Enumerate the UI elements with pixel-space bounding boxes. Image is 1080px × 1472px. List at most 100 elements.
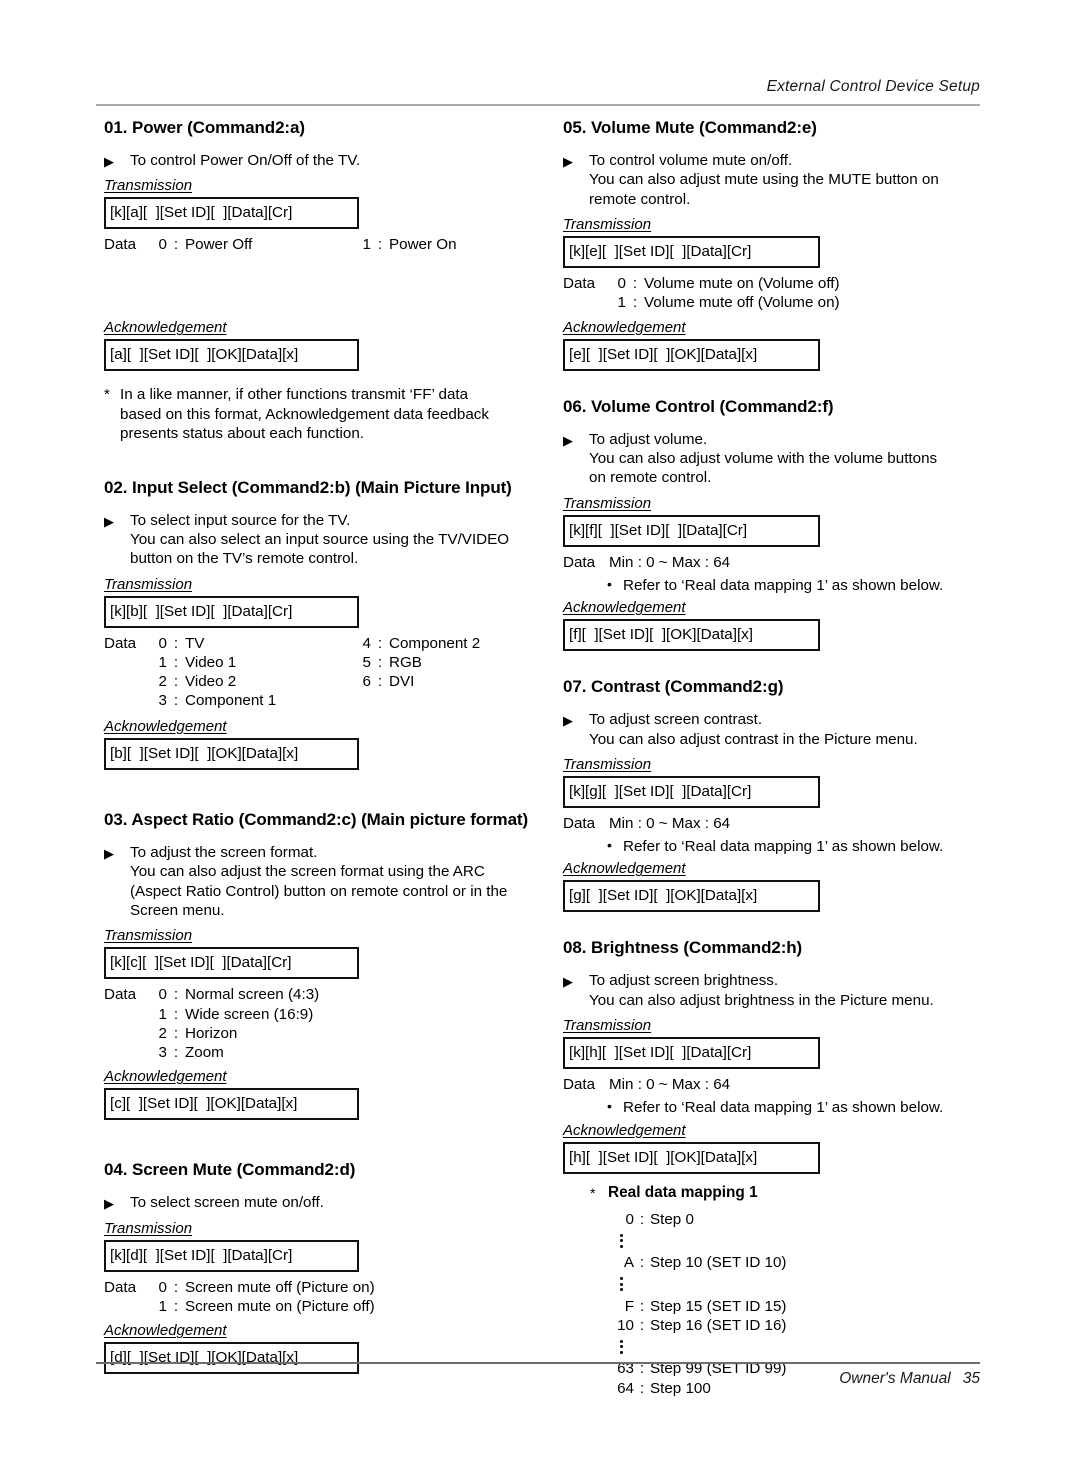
section-description: ▶ To adjust volume. You can also adjust vo…: [563, 430, 983, 488]
data-value: Zoom: [185, 1044, 224, 1062]
command-section: 02. Input Select (Command2:b) (Main Pict…: [104, 478, 564, 770]
data-range-list: Data Min : 0 ~ Max : 64: [563, 1075, 983, 1094]
data-key: 5: [362, 654, 371, 672]
data-value-row: Data 0: Power Off: [104, 235, 564, 254]
vertical-ellipsis-icon: [608, 1335, 634, 1359]
data-label: Data: [563, 1076, 596, 1094]
section-title: 07. Contrast (Command2:g): [563, 677, 784, 697]
section-description: ▶ To control Power On/Off of the TV.: [104, 151, 564, 170]
section-description: ▶ To adjust screen brightness. You can als…: [563, 971, 983, 1010]
transmission-command-box: [k][f][ ][Set ID][ ][Data][Cr]: [563, 514, 820, 547]
data-separator: :: [173, 1005, 179, 1023]
data-key: 2: [158, 673, 167, 691]
section-description: ▶ To select input source for the TV. You c…: [104, 511, 564, 569]
mapping-value: Step 0: [650, 1210, 694, 1228]
data-value-row: 2: Horizon: [104, 1024, 564, 1043]
section-description: ▶ To select screen mute on/off.: [104, 1193, 564, 1212]
data-value: TV: [185, 634, 205, 652]
data-separator: :: [632, 294, 638, 312]
acknowledgement-label: Acknowledgement: [104, 1068, 227, 1086]
data-label: Data: [104, 634, 137, 652]
data-value: Normal screen (4:3): [185, 986, 320, 1004]
description-line: Screen menu.: [130, 902, 225, 920]
data-value-list: Data 0: Normal screen (4:3) 1: Wide screen (…: [104, 985, 564, 1062]
mapping-value: Step 10 (SET ID 10): [650, 1254, 787, 1272]
vertical-ellipsis-icon: [608, 1273, 634, 1297]
acknowledgement-command-box: [f][ ][Set ID][ ][OK][Data][x]: [563, 619, 820, 652]
data-value: Component 2: [389, 634, 481, 652]
data-range-list: Data Min : 0 ~ Max : 64: [563, 553, 983, 572]
transmission-command-box: [k][b][ ][Set ID][ ][Data][Cr]: [104, 595, 359, 628]
triangle-right-icon: ▶: [563, 713, 573, 729]
data-separator: :: [632, 275, 638, 293]
description-line: on remote control.: [589, 469, 712, 487]
bullet-icon: •: [607, 837, 612, 854]
description-line: To adjust screen brightness.: [589, 972, 779, 990]
asterisk-icon: *: [104, 386, 110, 404]
acknowledgement-label: Acknowledgement: [563, 318, 686, 336]
real-data-mapping-row: 10: Step 16 (SET ID 16): [608, 1316, 983, 1335]
real-data-mapping: * Real data mapping 1 0: Step 0 A: Step 10 (S…: [563, 1184, 983, 1398]
description-line: To control Power On/Off of the TV.: [130, 152, 361, 169]
data-separator: :: [173, 236, 179, 254]
transmission-command-box: [k][d][ ][Set ID][ ][Data][Cr]: [104, 1239, 359, 1272]
data-value-row: Data 0: Volume mute on (Volume off): [563, 274, 983, 293]
footnote: * In a like manner, if other functions tr…: [104, 385, 564, 443]
data-value-list-column-2: 1: Power On: [359, 235, 457, 254]
data-value-list-column-2: 4: Component 2 5: RGB 6: DVI: [359, 634, 481, 692]
data-value-row: 1: Wide screen (16:9): [104, 1005, 564, 1024]
mapping-value: Step 16 (SET ID 16): [650, 1316, 787, 1334]
real-data-mapping-row: F: Step 15 (SET ID 15): [608, 1297, 983, 1316]
acknowledgement-command-box: [g][ ][Set ID][ ][OK][Data][x]: [563, 880, 820, 913]
acknowledgement-label: Acknowledgement: [563, 1121, 686, 1139]
data-key: 1: [617, 294, 626, 312]
description-line: To select screen mute on/off.: [130, 1194, 324, 1212]
data-value: RGB: [389, 654, 422, 672]
data-key: 2: [158, 1024, 167, 1042]
data-separator: :: [377, 654, 383, 672]
data-key: 3: [158, 1044, 167, 1062]
mapping-key: A: [623, 1254, 634, 1272]
acknowledgement-label: Acknowledgement: [104, 319, 227, 337]
footnote-line: In a like manner, if other functions tra…: [120, 386, 469, 404]
bullet-icon: •: [607, 576, 612, 593]
acknowledgement-command-box: [e][ ][Set ID][ ][OK][Data][x]: [563, 338, 820, 371]
mapping-separator: :: [639, 1316, 645, 1334]
mapping-key: 0: [625, 1210, 634, 1228]
footnote-line: based on this format, Acknowledgement da…: [120, 405, 489, 423]
data-value-row: 6: DVI: [359, 672, 480, 691]
description-line: You can also adjust contrast in the Pict…: [589, 730, 918, 748]
transmission-label: Transmission: [104, 575, 193, 593]
page-number: 35: [962, 1370, 980, 1387]
triangle-right-icon: ▶: [104, 1196, 114, 1212]
data-label: Data: [104, 1278, 137, 1296]
acknowledgement-label: Acknowledgement: [563, 860, 686, 878]
data-separator: :: [173, 673, 179, 691]
real-data-mapping-row: 0: Step 0: [608, 1210, 983, 1229]
command-section: 01. Power (Command2:a) ▶ To control Power …: [104, 118, 564, 444]
real-data-mapping-title: * Real data mapping 1: [590, 1184, 983, 1202]
data-value: Video 1: [185, 654, 237, 672]
footnote-line: presents status about each function.: [120, 425, 365, 443]
data-separator: :: [173, 654, 179, 672]
data-label: Data: [563, 275, 596, 293]
mapping-value: Step 15 (SET ID 15): [650, 1297, 787, 1315]
data-separator: :: [173, 1044, 179, 1062]
header-title: External Control Device Setup: [766, 78, 980, 95]
data-value-row: 1: Screen mute on (Picture off): [104, 1297, 564, 1316]
data-value: Volume mute off (Volume on): [644, 294, 840, 312]
transmission-command-box: [k][c][ ][Set ID][ ][Data][Cr]: [104, 947, 359, 980]
mapping-separator: :: [639, 1297, 645, 1315]
triangle-right-icon: ▶: [563, 432, 573, 448]
data-key: 0: [158, 1278, 167, 1296]
refer-note-text: Refer to ‘Real data mapping 1’ as shown …: [623, 1099, 944, 1117]
section-title: 06. Volume Control (Command2:f): [563, 396, 834, 416]
data-value-row: 4: Component 2: [359, 634, 481, 653]
data-value-row: 5: RGB: [359, 653, 480, 672]
right-column: 05. Volume Mute (Command2:e) ▶ To control …: [563, 118, 983, 1398]
data-value-row: 1: Power On: [359, 235, 457, 254]
data-key: 4: [362, 634, 371, 652]
description-line: button on the TV’s remote control.: [130, 550, 359, 568]
data-range-value: Min : 0 ~ Max : 64: [609, 1076, 731, 1094]
footer-rule: [96, 1362, 980, 1364]
